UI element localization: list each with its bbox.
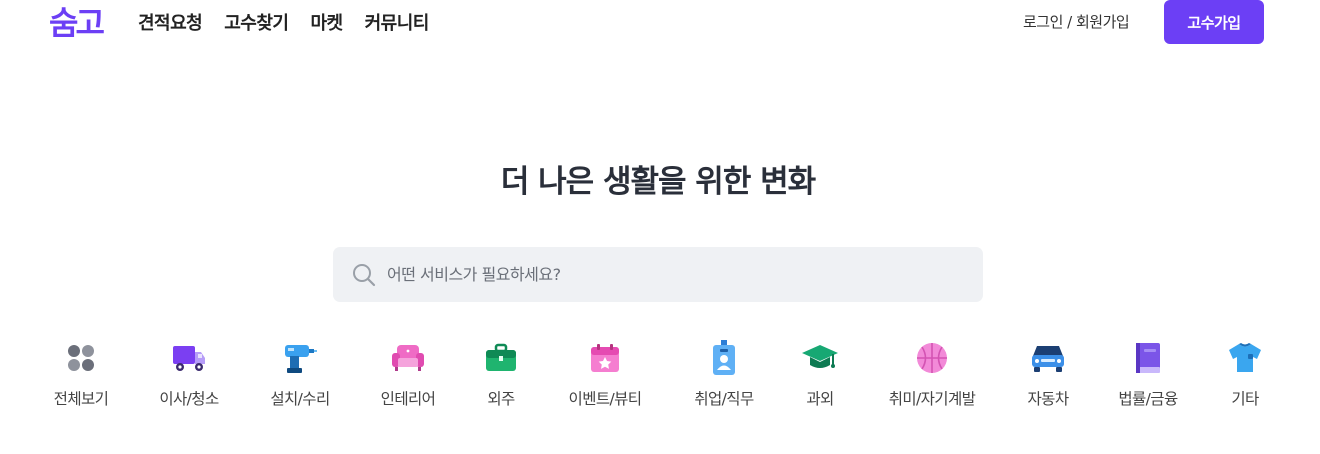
- category-label: 전체보기: [53, 390, 109, 408]
- category-label: 자동차: [1027, 390, 1070, 408]
- drill-icon: [280, 338, 320, 378]
- shirt-icon: [1225, 338, 1265, 378]
- category-label: 취미/자기계발: [888, 390, 976, 408]
- sofa-icon: [388, 338, 428, 378]
- nav-find-pro[interactable]: 고수찾기: [224, 9, 289, 35]
- category-label: 이사/청소: [159, 390, 219, 408]
- category-label: 인테리어: [380, 390, 436, 408]
- category-label: 취업/직무: [694, 390, 754, 408]
- category-label: 법률/금융: [1118, 390, 1178, 408]
- category-outsourcing[interactable]: 외주: [446, 338, 556, 409]
- category-etc[interactable]: 기타: [1190, 338, 1300, 409]
- login-signup-link[interactable]: 로그인 / 회원가입: [1023, 11, 1130, 32]
- category-all[interactable]: 전체보기: [26, 338, 136, 409]
- category-tutoring[interactable]: 과외: [765, 338, 875, 409]
- graduation-cap-icon: [800, 338, 840, 378]
- category-label: 과외: [806, 390, 834, 408]
- nav-community[interactable]: 커뮤니티: [365, 9, 430, 35]
- briefcase-icon: [481, 338, 521, 378]
- main-nav: 견적요청 고수찾기 마켓 커뮤니티: [138, 9, 451, 35]
- grid-dots-icon: [61, 338, 101, 378]
- category-label: 기타: [1231, 390, 1259, 408]
- category-law-finance[interactable]: 법률/금융: [1093, 338, 1203, 409]
- category-car[interactable]: 자동차: [993, 338, 1103, 409]
- id-badge-icon: [704, 338, 744, 378]
- category-moving-cleaning[interactable]: 이사/청소: [134, 338, 244, 409]
- search-icon: [353, 264, 376, 287]
- category-label: 외주: [487, 390, 515, 408]
- svg-text:숨고: 숨고: [49, 4, 104, 40]
- category-install-repair[interactable]: 설치/수리: [245, 338, 355, 409]
- category-list: 전체보기 이사/청소 설치/수리 인테리어 외주 이벤트/뷰티 취업/직무 과외…: [0, 338, 1320, 418]
- nav-request-quote[interactable]: 견적요청: [138, 9, 203, 35]
- car-icon: [1028, 338, 1068, 378]
- book-icon: [1128, 338, 1168, 378]
- category-job[interactable]: 취업/직무: [669, 338, 779, 409]
- nav-market[interactable]: 마켓: [311, 9, 344, 35]
- top-header: 숨고 견적요청 고수찾기 마켓 커뮤니티 로그인 / 회원가입 고수가입: [0, 0, 1320, 44]
- search-input[interactable]: [387, 247, 967, 302]
- search-bar[interactable]: [333, 247, 983, 302]
- hero-title: 더 나은 생활을 위한 변화: [500, 164, 816, 200]
- pro-signup-button[interactable]: 고수가입: [1164, 0, 1264, 44]
- category-label: 설치/수리: [270, 390, 330, 408]
- category-label: 이벤트/뷰티: [568, 390, 643, 408]
- soomgo-logo[interactable]: 숨고: [49, 2, 105, 40]
- basketball-icon: [912, 338, 952, 378]
- category-hobby[interactable]: 취미/자기계발: [877, 338, 987, 409]
- moving-truck-icon: [169, 338, 209, 378]
- calendar-star-icon: [585, 338, 625, 378]
- category-event-beauty[interactable]: 이벤트/뷰티: [550, 338, 660, 409]
